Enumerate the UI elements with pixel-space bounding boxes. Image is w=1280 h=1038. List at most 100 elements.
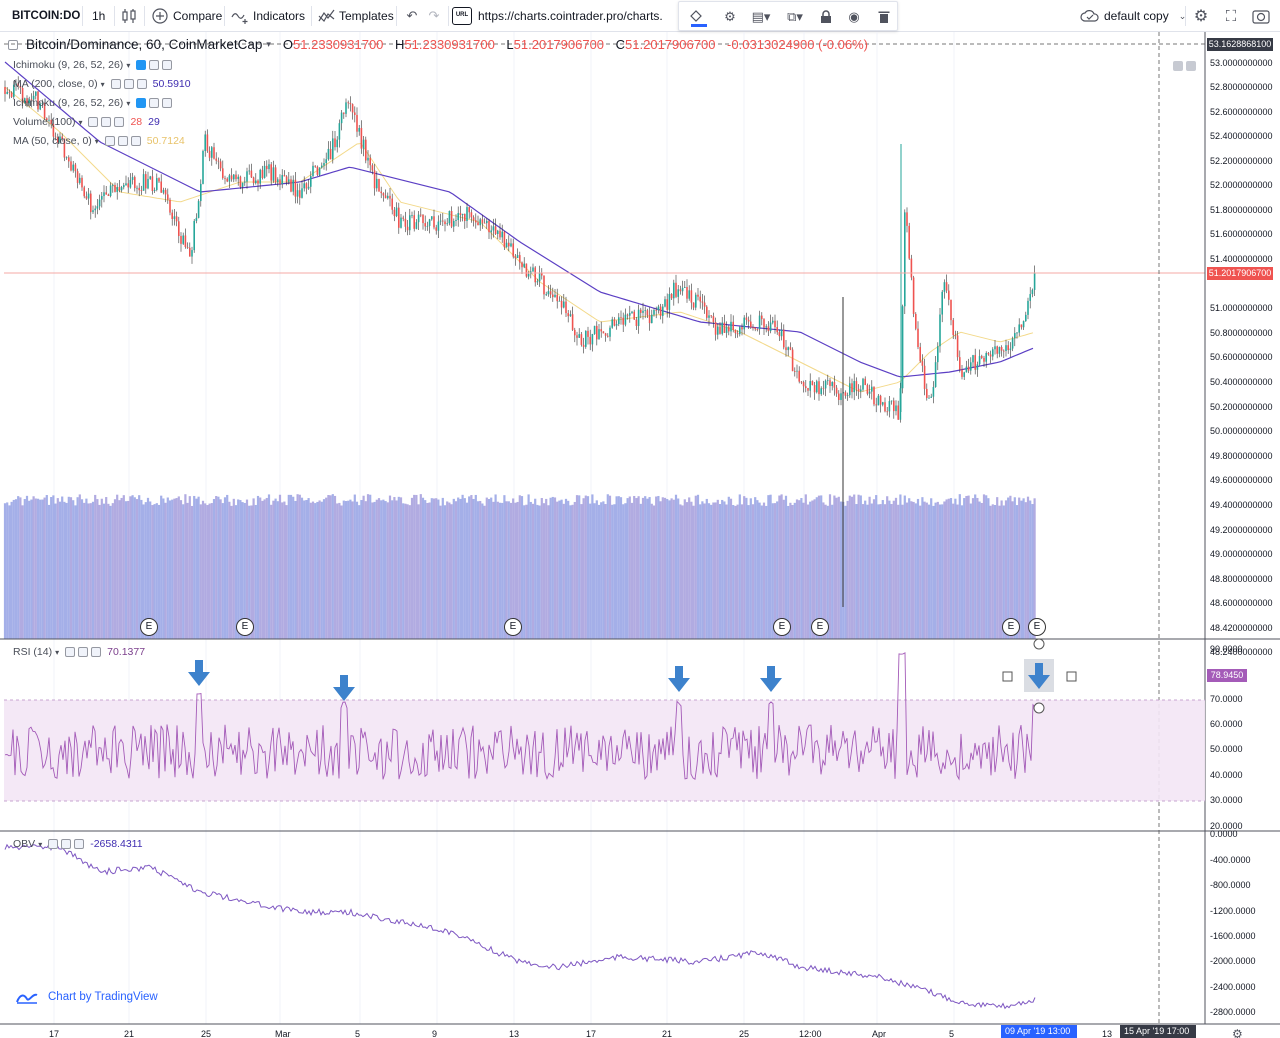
close-icon[interactable] <box>162 60 173 70</box>
drawing-handle-bottom[interactable] <box>1033 702 1045 714</box>
gear-icon[interactable] <box>123 79 134 89</box>
chevron-down-icon[interactable]: ▾ <box>38 840 42 849</box>
study-legend-ma200[interactable]: MA (200, close, 0) ▾ 50.5910 <box>13 78 191 90</box>
symbol-search-button[interactable]: BITCOIN:DO <box>12 0 80 32</box>
candle-body <box>908 225 910 259</box>
chevron-down-icon[interactable]: ▾ <box>101 80 105 89</box>
arrow-down-icon[interactable] <box>757 665 785 693</box>
close-icon[interactable] <box>91 647 102 657</box>
volume-bar <box>751 504 755 639</box>
study-legend-ichimoku-2[interactable]: Ichimoku (9, 26, 52, 26) ▾ <box>13 97 173 109</box>
gear-icon[interactable] <box>149 60 160 70</box>
compare-button[interactable]: Compare <box>151 0 222 32</box>
study-legend-volume[interactable]: Volume (100) ▾ 28 29 <box>13 116 160 128</box>
volume-bar <box>265 497 268 639</box>
arrow-down-icon[interactable] <box>330 674 358 702</box>
chevron-down-icon[interactable]: ▾ <box>78 118 82 127</box>
volume-bar <box>934 502 937 639</box>
gear-icon[interactable]: ⚙ <box>1232 1027 1243 1038</box>
candle-body <box>314 165 316 167</box>
earnings-marker[interactable]: E <box>140 618 158 636</box>
close-icon[interactable] <box>114 117 125 127</box>
chevron-down-icon[interactable]: ▾ <box>126 61 130 70</box>
collapse-legend-icon[interactable] <box>8 39 18 50</box>
chart-settings-button[interactable]: ⚙ <box>1192 0 1210 32</box>
chevron-down-icon[interactable]: ▾ <box>266 39 271 50</box>
snapshot-button[interactable] <box>1252 0 1270 32</box>
study-legend-ichimoku[interactable]: Ichimoku (9, 26, 52, 26) ▾ <box>13 59 173 71</box>
close-icon[interactable] <box>136 79 147 89</box>
template-dropdown-button[interactable]: ▤▾ <box>745 2 777 32</box>
gear-icon[interactable] <box>101 117 112 127</box>
volume-bar <box>443 505 447 639</box>
fill-color-button[interactable] <box>683 2 709 32</box>
arrow-down-icon[interactable] <box>185 659 213 687</box>
gear-icon[interactable] <box>117 136 128 146</box>
close-icon[interactable] <box>162 98 173 108</box>
earnings-marker[interactable]: E <box>811 618 829 636</box>
fullscreen-button[interactable]: ⛶ <box>1222 0 1240 32</box>
chevron-down-icon[interactable]: ▾ <box>95 137 99 146</box>
undo-button[interactable]: ↶ <box>403 0 421 32</box>
volume-bar <box>727 496 730 639</box>
volume-bar <box>362 495 365 639</box>
layout-save-button[interactable]: default copy ⌄ <box>1080 0 1186 32</box>
indicators-button[interactable]: Indicators <box>230 0 305 32</box>
open-value: 51.2330931700 <box>293 37 384 52</box>
eye-icon[interactable] <box>136 98 147 108</box>
earnings-marker[interactable]: E <box>773 618 791 636</box>
visibility-button[interactable]: ◉ <box>841 2 867 32</box>
eye-icon[interactable] <box>110 79 121 89</box>
close-icon[interactable] <box>130 136 141 146</box>
study-legend-ma50[interactable]: MA (50, close, 0) ▾ 50.7124 <box>13 135 185 147</box>
chart-style-button[interactable] <box>120 0 138 32</box>
settings-button[interactable]: ⚙ <box>717 2 743 32</box>
clone-dropdown-button[interactable]: ⧉▾ <box>779 2 811 32</box>
gear-icon[interactable] <box>61 839 72 849</box>
eye-icon[interactable] <box>88 117 99 127</box>
arrow-down-icon[interactable] <box>665 665 693 693</box>
study-legend-rsi[interactable]: RSI (14) ▾ 70.1377 <box>13 646 145 658</box>
pane-collapse-icon[interactable] <box>1173 61 1183 71</box>
gear-icon[interactable] <box>149 98 160 108</box>
earnings-marker[interactable]: E <box>1002 618 1020 636</box>
eye-icon[interactable] <box>136 60 147 70</box>
volume-bar <box>864 500 867 639</box>
earnings-marker[interactable]: E <box>236 618 254 636</box>
volume-bar <box>160 495 163 639</box>
volume-bar <box>912 501 915 639</box>
chart-canvas[interactable] <box>0 32 1280 1038</box>
eye-icon[interactable] <box>65 647 76 657</box>
axis-tick-label: 60.0000 <box>1210 719 1243 729</box>
candle-body <box>978 356 981 365</box>
drawing-handle-top[interactable] <box>1033 638 1045 650</box>
drawing-handle-right[interactable] <box>1066 671 1077 682</box>
gear-icon: ⚙ <box>1193 8 1209 25</box>
lock-button[interactable] <box>813 2 839 32</box>
chevron-down-icon[interactable]: ▾ <box>55 648 59 657</box>
delete-button[interactable] <box>871 2 897 32</box>
time-tick-label: Apr <box>872 1029 887 1038</box>
earnings-marker[interactable]: E <box>504 618 522 636</box>
templates-button[interactable]: Templates <box>317 0 394 32</box>
share-url-field[interactable]: URL https://charts.cointrader.pro/charts… <box>452 2 672 30</box>
volume-bar <box>844 505 847 639</box>
study-legend-obv[interactable]: OBV ▾ -2658.4311 <box>13 838 143 850</box>
candle-body <box>457 213 459 220</box>
redo-button[interactable]: ↷ <box>425 0 443 32</box>
eye-icon[interactable] <box>48 839 59 849</box>
volume-bar <box>694 495 697 639</box>
series-title[interactable]: Bitcoin/Dominance, 60, CoinMarketCap <box>26 37 262 52</box>
interval-button[interactable]: 1h <box>92 0 105 32</box>
earnings-marker[interactable]: E <box>1028 618 1046 636</box>
tradingview-branding[interactable]: Chart by TradingView <box>16 990 158 1004</box>
arrow-down-icon[interactable] <box>1025 662 1053 690</box>
main-series-legend: Bitcoin/Dominance, 60, CoinMarketCap ▾ O… <box>8 37 868 52</box>
chevron-down-icon[interactable]: ▾ <box>126 99 130 108</box>
close-icon[interactable] <box>74 839 85 849</box>
eye-icon[interactable] <box>104 136 115 146</box>
candle-body <box>662 306 664 316</box>
gear-icon[interactable] <box>78 647 89 657</box>
pane-maximize-icon[interactable] <box>1186 61 1196 71</box>
drawing-handle-left[interactable] <box>1002 671 1013 682</box>
